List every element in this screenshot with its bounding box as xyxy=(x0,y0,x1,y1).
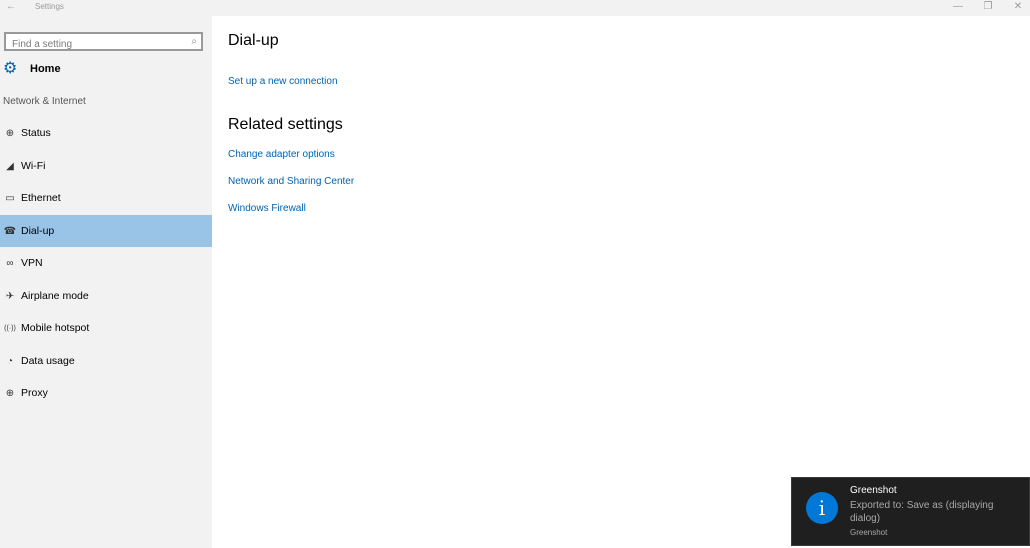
notification-toast[interactable]: i Greenshot Exported to: Save as (displa… xyxy=(791,477,1030,546)
sidebar-item-label: Wi-Fi xyxy=(21,160,46,172)
toast-title: Greenshot xyxy=(850,485,897,496)
home-link[interactable]: ⚙ Home xyxy=(3,60,61,78)
network-sharing-center-link[interactable]: Network and Sharing Center xyxy=(228,176,354,187)
airplane-icon: ✈ xyxy=(5,290,15,302)
search-box[interactable]: ⌕ xyxy=(4,32,203,52)
dialup-icon: ☎ xyxy=(3,225,17,237)
sidebar-item-label: Ethernet xyxy=(21,192,61,204)
sidebar-item-label: Proxy xyxy=(21,387,48,399)
sidebar-item-dialup[interactable]: ☎ Dial-up xyxy=(0,215,212,247)
home-label: Home xyxy=(30,63,61,75)
section-label: Network & Internet xyxy=(3,96,86,107)
sidebar-item-label: VPN xyxy=(21,257,43,269)
sidebar-item-proxy[interactable]: ⊕ Proxy xyxy=(0,377,212,409)
globe-icon: ⊕ xyxy=(5,387,15,399)
sidebar-item-label: Data usage xyxy=(21,355,75,367)
toast-source: Greenshot xyxy=(850,528,888,537)
windows-firewall-link[interactable]: Windows Firewall xyxy=(228,203,306,214)
close-button[interactable]: ✕ xyxy=(1003,0,1030,14)
gear-icon: ⚙ xyxy=(3,60,18,77)
minimize-button[interactable]: — xyxy=(943,0,973,14)
setup-new-connection-link[interactable]: Set up a new connection xyxy=(228,76,338,87)
title-bar: ← Settings — ❐ ✕ xyxy=(0,0,1030,16)
sidebar-item-ethernet[interactable]: ▭ Ethernet xyxy=(0,182,212,214)
sidebar-item-vpn[interactable]: ∞ VPN xyxy=(0,247,212,279)
ethernet-icon: ▭ xyxy=(5,192,15,204)
maximize-button[interactable]: ❐ xyxy=(973,0,1003,14)
back-arrow-icon[interactable]: ← xyxy=(6,0,16,13)
wifi-icon: ◢ xyxy=(6,160,14,172)
sidebar-item-mobile-hotspot[interactable]: ((·)) Mobile hotspot xyxy=(0,312,212,344)
window-title: Settings xyxy=(35,2,64,11)
search-icon[interactable]: ⌕ xyxy=(191,34,197,49)
sidebar-item-wifi[interactable]: ◢ Wi-Fi xyxy=(0,150,212,182)
status-icon: ⊕ xyxy=(5,127,15,139)
data-usage-icon: ◔ xyxy=(6,355,14,367)
sidebar-item-label: Status xyxy=(21,127,51,139)
sidebar-item-label: Dial-up xyxy=(21,225,55,237)
sidebar: ⌕ ⚙ Home Network & Internet ⊕ Status ◢ W… xyxy=(0,16,212,548)
vpn-icon: ∞ xyxy=(6,257,14,269)
hotspot-icon: ((·)) xyxy=(4,324,16,332)
main-content: Dial-up Set up a new connection Related … xyxy=(212,16,1030,548)
toast-message: Exported to: Save as (displaying dialog) xyxy=(850,500,994,524)
sidebar-item-data-usage[interactable]: ◔ Data usage xyxy=(0,345,212,377)
sidebar-item-label: Airplane mode xyxy=(21,290,89,302)
info-icon: i xyxy=(806,492,838,524)
sidebar-item-label: Mobile hotspot xyxy=(21,322,90,334)
change-adapter-options-link[interactable]: Change adapter options xyxy=(228,149,335,160)
sidebar-item-airplane-mode[interactable]: ✈ Airplane mode xyxy=(0,280,212,312)
search-input[interactable] xyxy=(6,37,176,52)
page-title: Dial-up xyxy=(228,32,279,49)
related-settings-heading: Related settings xyxy=(228,116,343,133)
sidebar-item-status[interactable]: ⊕ Status xyxy=(0,117,212,149)
